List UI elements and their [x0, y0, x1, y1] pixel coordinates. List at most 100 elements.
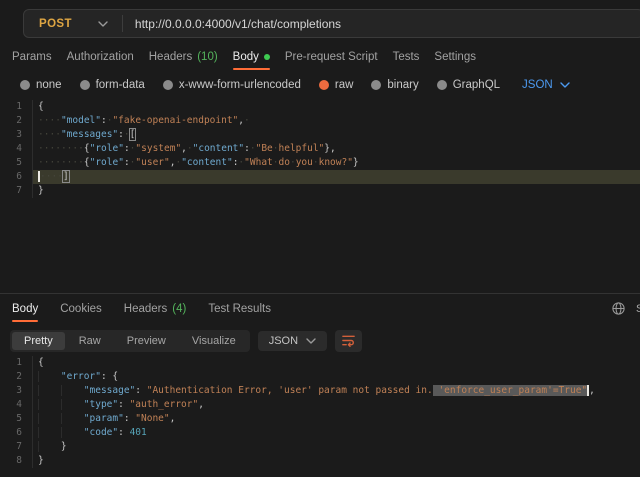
response-language-label: JSON	[269, 335, 298, 347]
raw-language-select[interactable]: JSON	[522, 79, 570, 91]
body-type-none[interactable]: none	[20, 79, 62, 91]
request-tabs: Params Authorization Headers (10) Body Pre-re…	[0, 46, 640, 68]
request-tab-body[interactable]: Body	[233, 46, 270, 68]
body-type-graphql[interactable]: GraphQL	[437, 79, 500, 91]
code-line-4[interactable]: 4 "type": "auth_error",	[0, 398, 640, 412]
code-line-2[interactable]: 2····"model":·"fake-openai-endpoint",·	[0, 114, 640, 128]
tab-label: Tests	[393, 51, 420, 63]
line-number: 3	[0, 128, 32, 142]
radio-label: x-www-form-urlencoded	[179, 79, 301, 91]
body-type-form-data[interactable]: form-data	[80, 79, 145, 91]
globe-icon[interactable]	[611, 301, 626, 316]
code-text: ····"messages":·[	[32, 128, 640, 142]
code-line-6[interactable]: 6····]	[0, 170, 640, 184]
request-tab-pre-request-script[interactable]: Pre-request Script	[285, 46, 378, 68]
code-line-7[interactable]: 7}	[0, 184, 640, 198]
body-type-x-www-form-urlencoded[interactable]: x-www-form-urlencoded	[163, 79, 301, 91]
line-number: 4	[0, 142, 32, 156]
request-tab-headers[interactable]: Headers (10)	[149, 46, 218, 68]
tab-label: Headers	[149, 51, 192, 63]
url-input[interactable]: http://0.0.0.0:4000/v1/chat/completions	[123, 17, 341, 31]
view-preview[interactable]: Preview	[115, 332, 178, 350]
radio-label: raw	[335, 79, 354, 91]
wrap-text-button[interactable]	[335, 330, 362, 352]
code-line-3[interactable]: 3····"messages":·[	[0, 128, 640, 142]
code-line-8[interactable]: 8}	[0, 454, 640, 468]
request-tab-settings[interactable]: Settings	[434, 46, 476, 68]
tab-label: Params	[12, 51, 52, 63]
response-view-switch: PrettyRawPreviewVisualize	[10, 330, 250, 352]
line-number: 5	[0, 412, 32, 426]
code-text: }	[32, 440, 640, 454]
view-raw[interactable]: Raw	[67, 332, 113, 350]
code-text: "error": {	[32, 370, 640, 384]
request-tab-params[interactable]: Params	[12, 46, 52, 68]
tab-label: Test Results	[208, 303, 271, 315]
body-type-binary[interactable]: binary	[371, 79, 418, 91]
tab-count-badge: (4)	[172, 303, 186, 315]
code-line-5[interactable]: 5········{"role":·"user",·"content":·"Wh…	[0, 156, 640, 170]
response-tab-test-results[interactable]: Test Results	[208, 297, 271, 320]
body-type-row: none form-data x-www-form-urlencoded raw bin…	[0, 74, 640, 96]
tab-label: Authorization	[67, 51, 134, 63]
view-visualize[interactable]: Visualize	[180, 332, 248, 350]
line-number: 5	[0, 156, 32, 170]
radio-icon	[319, 80, 329, 90]
app-window: { "colors":{ "accent":"#ff6c37","method"…	[0, 0, 640, 477]
response-tab-cookies[interactable]: Cookies	[60, 297, 102, 320]
tab-label: Body	[233, 51, 259, 63]
code-text: "message": "Authentication Error, 'user'…	[32, 384, 640, 398]
line-number: 2	[0, 370, 32, 384]
code-text: }	[32, 454, 640, 468]
line-number: 1	[0, 100, 32, 114]
chevron-down-icon	[98, 21, 108, 27]
method-selector[interactable]: POST	[24, 18, 122, 30]
line-number: 7	[0, 440, 32, 454]
radio-label: none	[36, 79, 62, 91]
radio-label: GraphQL	[453, 79, 500, 91]
request-tab-tests[interactable]: Tests	[393, 46, 420, 68]
code-text: ····]	[32, 170, 640, 184]
radio-icon	[437, 80, 447, 90]
pane-divider[interactable]	[0, 293, 640, 294]
response-tab-headers[interactable]: Headers (4)	[124, 297, 187, 320]
radio-label: form-data	[96, 79, 145, 91]
view-pretty[interactable]: Pretty	[12, 332, 65, 350]
tab-label: Cookies	[60, 303, 102, 315]
tab-label: Body	[12, 303, 38, 315]
code-text: {	[32, 356, 640, 370]
code-line-2[interactable]: 2 "error": {	[0, 370, 640, 384]
response-language-select[interactable]: JSON	[258, 331, 327, 351]
code-line-4[interactable]: 4········{"role":·"system",·"content":·"…	[0, 142, 640, 156]
code-line-1[interactable]: 1{	[0, 100, 640, 114]
radio-icon	[371, 80, 381, 90]
tab-label: Headers	[124, 303, 167, 315]
code-line-3[interactable]: 3 "message": "Authentication Error, 'use…	[0, 384, 640, 398]
code-text: {	[32, 100, 640, 114]
body-type-raw[interactable]: raw	[319, 79, 354, 91]
radio-icon	[20, 80, 30, 90]
code-text: "param": "None",	[32, 412, 640, 426]
response-status-clipped: S	[636, 303, 640, 315]
chevron-down-icon	[560, 82, 570, 88]
code-text: "code": 401	[32, 426, 640, 440]
line-number: 6	[0, 170, 32, 184]
code-line-1[interactable]: 1{	[0, 356, 640, 370]
code-text: ········{"role":·"system",·"content":·"B…	[32, 142, 640, 156]
line-number: 2	[0, 114, 32, 128]
unsaved-dot-icon	[264, 54, 270, 60]
line-number: 1	[0, 356, 32, 370]
raw-language-label: JSON	[522, 79, 553, 91]
request-tab-authorization[interactable]: Authorization	[67, 46, 134, 68]
radio-icon	[163, 80, 173, 90]
tab-count-badge: (10)	[197, 51, 217, 63]
method-label: POST	[39, 18, 72, 30]
code-line-7[interactable]: 7 }	[0, 440, 640, 454]
response-editor[interactable]: 1{2 "error": {3 "message": "Authenticati…	[0, 356, 640, 468]
response-tabs: Body Cookies Headers (4) Test Results	[0, 297, 640, 320]
code-line-5[interactable]: 5 "param": "None",	[0, 412, 640, 426]
response-tab-body[interactable]: Body	[12, 297, 38, 320]
request-editor[interactable]: 1{2····"model":·"fake-openai-endpoint",·…	[0, 100, 640, 198]
url-bar: POST http://0.0.0.0:4000/v1/chat/complet…	[23, 9, 640, 38]
code-line-6[interactable]: 6 "code": 401	[0, 426, 640, 440]
